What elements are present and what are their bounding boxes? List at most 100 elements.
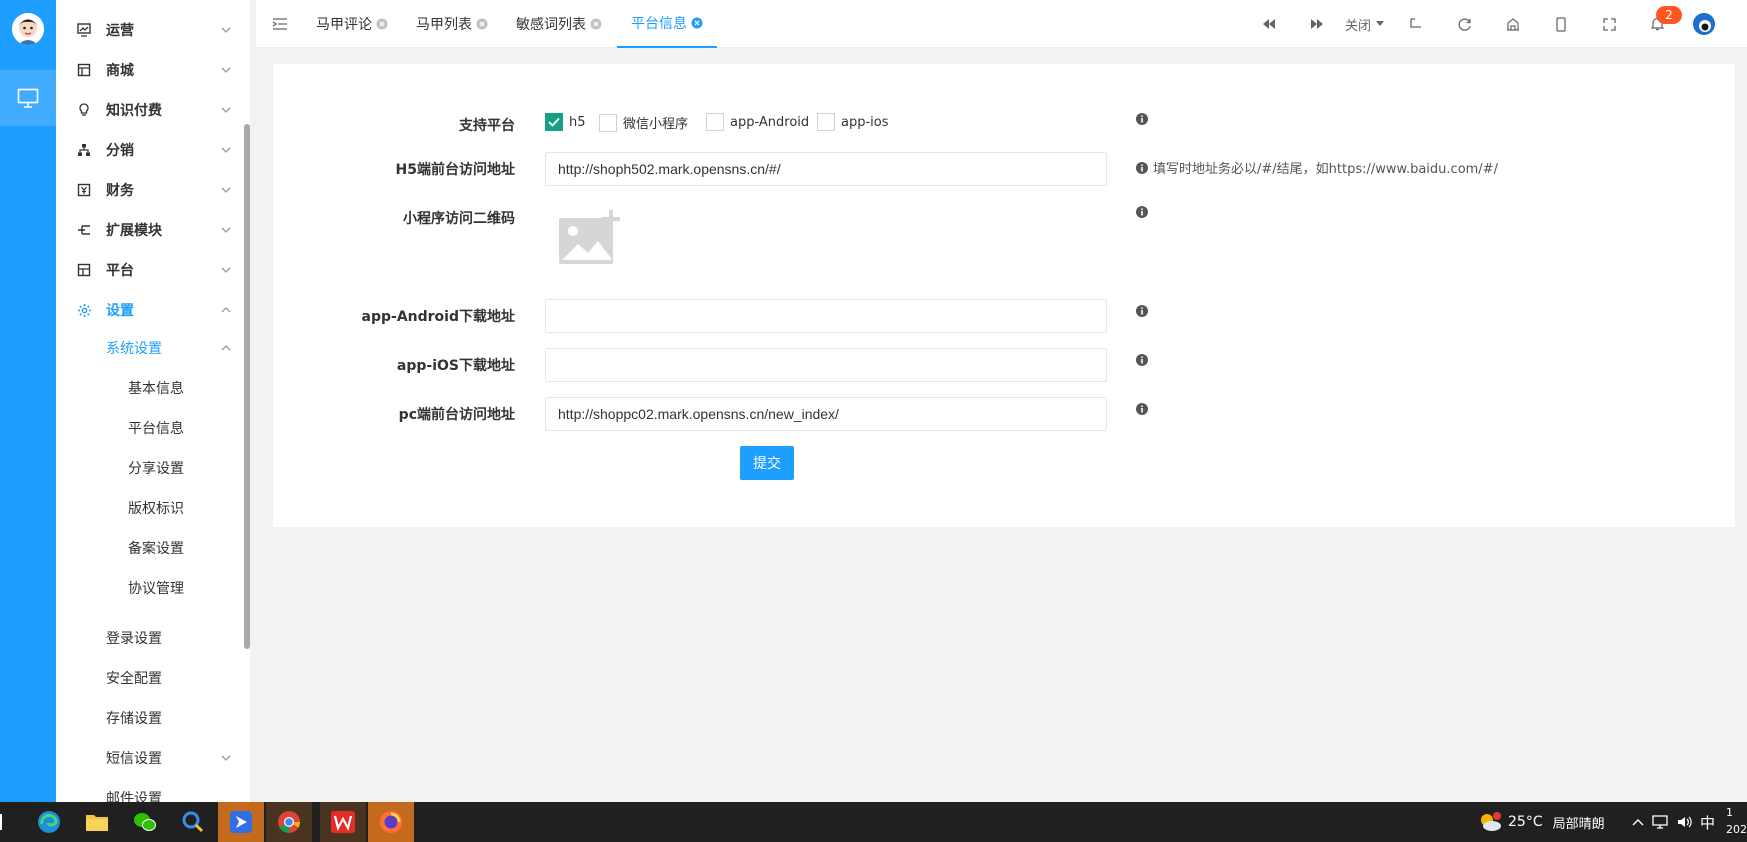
info-icon[interactable] — [1136, 206, 1148, 218]
sidebar-item-system-settings[interactable]: 系统设置 — [56, 328, 244, 368]
system-tray: 中 — [1632, 802, 1715, 842]
checkbox-label: 微信小程序 — [623, 117, 689, 132]
chevron-down-icon — [221, 187, 231, 193]
start-icon[interactable] — [0, 814, 6, 830]
sidebar-item-platform-info[interactable]: 平台信息 — [56, 408, 244, 448]
sidebar-item-distribution[interactable]: 分销 — [56, 130, 244, 170]
checkbox-wechat-mini[interactable]: 微信小程序 — [599, 113, 688, 132]
chevron-down-icon — [221, 227, 231, 233]
sidebar-item-basic-info[interactable]: 基本信息 — [56, 368, 244, 408]
sidebar-item-knowledge-pay[interactable]: 知识付费 — [56, 90, 244, 130]
sidebar-item-finance[interactable]: 财务 — [56, 170, 244, 210]
network-icon[interactable] — [1652, 815, 1668, 829]
checkbox-h5[interactable]: h5 — [545, 113, 586, 131]
sidebar-item-label: 版权标识 — [128, 501, 184, 517]
checkbox-app-ios[interactable]: app-ios — [817, 113, 889, 131]
clock[interactable]: 1 202 — [1726, 804, 1747, 838]
sidebar-scrollbar[interactable] — [244, 124, 250, 649]
sidebar-item-label: 基本信息 — [128, 381, 184, 397]
close-icon[interactable] — [476, 18, 488, 30]
collapse-menu-icon[interactable] — [270, 14, 290, 34]
android-url-input[interactable] — [545, 299, 1107, 333]
building-icon[interactable] — [1503, 14, 1523, 34]
sidebar-item-extension[interactable]: 扩展模块 — [56, 210, 244, 250]
close-icon[interactable] — [376, 18, 388, 30]
sidebar-item-operations[interactable]: 运营 — [56, 10, 244, 50]
windows-taskbar: 25°C 局部晴朗 中 1 202 — [0, 802, 1747, 842]
refresh-icon[interactable] — [1454, 14, 1474, 34]
user-avatar[interactable] — [1693, 13, 1715, 35]
feishu-icon[interactable] — [218, 802, 264, 842]
tab-vest-list[interactable]: 马甲列表 — [416, 0, 488, 48]
store-icon — [76, 62, 92, 78]
info-icon[interactable] — [1136, 403, 1148, 415]
sidebar-item-label: 协议管理 — [128, 581, 184, 597]
chevron-down-icon — [221, 147, 231, 153]
wechat-icon[interactable] — [122, 802, 168, 842]
sidebar-item-label: 平台 — [106, 263, 134, 279]
file-explorer-icon[interactable] — [74, 802, 120, 842]
search-app-icon[interactable] — [170, 802, 216, 842]
sidebar-item-label: 短信设置 — [106, 751, 162, 767]
weather-desc: 局部晴朗 — [1552, 816, 1605, 832]
wps-icon[interactable] — [320, 802, 366, 842]
sidebar-item-filing-settings[interactable]: 备案设置 — [56, 528, 244, 568]
close-icon[interactable] — [691, 17, 703, 29]
rewind-icon[interactable] — [1259, 14, 1279, 34]
clock-date: 202 — [1726, 823, 1747, 836]
sidebar-item-label: 备案设置 — [128, 541, 184, 557]
pc-url-input[interactable]: http://shoppc02.mark.opensns.cn/new_inde… — [545, 397, 1107, 431]
sidebar-item-label: 分享设置 — [128, 461, 184, 477]
sidebar-item-platform[interactable]: 平台 — [56, 250, 244, 290]
chevron-down-icon — [221, 755, 231, 761]
tab-vest-comments[interactable]: 马甲评论 — [316, 0, 388, 48]
sidebar-item-storage-settings[interactable]: 存储设置 — [56, 698, 244, 738]
info-icon[interactable] — [1136, 305, 1148, 317]
clock-time: 1 — [1726, 806, 1733, 819]
fullscreen-icon[interactable] — [1599, 14, 1619, 34]
monitor-icon[interactable] — [0, 70, 56, 126]
sidebar-item-login-settings[interactable]: 登录设置 — [56, 618, 244, 658]
edge-icon[interactable] — [26, 802, 72, 842]
avatar[interactable] — [12, 13, 44, 45]
checkbox-app-android[interactable]: app-Android — [706, 113, 809, 131]
forward-icon[interactable] — [1307, 14, 1327, 34]
info-icon[interactable] — [1136, 113, 1148, 125]
sidebar-item-mail-settings[interactable]: 邮件设置 — [56, 778, 244, 802]
sidebar-item-copyright[interactable]: 版权标识 — [56, 488, 244, 528]
info-icon[interactable] — [1136, 354, 1148, 366]
mini-program-qr-label: 小程序访问二维码 — [403, 211, 515, 227]
sidebar-item-label: 分销 — [106, 143, 134, 159]
firefox-icon[interactable] — [368, 802, 414, 842]
chevron-up-icon[interactable] — [1632, 818, 1644, 826]
weather-widget[interactable]: 25°C 局部晴朗 — [1478, 802, 1605, 842]
submit-button[interactable]: 提交 — [740, 446, 794, 480]
tab-label: 马甲评论 — [316, 17, 372, 33]
image-upload-icon[interactable] — [558, 210, 624, 266]
mobile-icon[interactable] — [1551, 14, 1571, 34]
sidebar-item-agreements[interactable]: 协议管理 — [56, 568, 244, 608]
sidebar-item-sms-settings[interactable]: 短信设置 — [56, 738, 244, 778]
ime-indicator[interactable]: 中 — [1700, 812, 1715, 833]
icon-rail — [0, 0, 56, 802]
h5-url-label: H5端前台访问地址 — [395, 162, 515, 178]
sidebar-item-share-settings[interactable]: 分享设置 — [56, 448, 244, 488]
tab-label: 马甲列表 — [416, 17, 472, 33]
sidebar-item-settings[interactable]: 设置 — [56, 290, 244, 330]
ios-url-input[interactable] — [545, 348, 1107, 382]
close-icon[interactable] — [590, 18, 602, 30]
chevron-down-icon — [221, 267, 231, 273]
chrome-icon[interactable] — [266, 802, 312, 842]
notification-badge: 2 — [1656, 6, 1682, 24]
volume-icon[interactable] — [1676, 815, 1692, 829]
back-icon[interactable] — [1406, 14, 1426, 34]
tab-platform-info[interactable]: 平台信息 — [617, 0, 717, 48]
chevron-down-icon — [221, 107, 231, 113]
sidebar-item-mall[interactable]: 商城 — [56, 50, 244, 90]
sidebar-item-security-config[interactable]: 安全配置 — [56, 658, 244, 698]
h5-url-input[interactable]: http://shoph502.mark.opensns.cn/#/ — [545, 152, 1107, 186]
tab-sensitive-words[interactable]: 敏感词列表 — [516, 0, 602, 48]
sidebar-item-label: 存储设置 — [106, 711, 162, 727]
weather-icon — [1481, 812, 1501, 831]
close-tabs-dropdown[interactable]: 关闭 — [1345, 14, 1385, 34]
